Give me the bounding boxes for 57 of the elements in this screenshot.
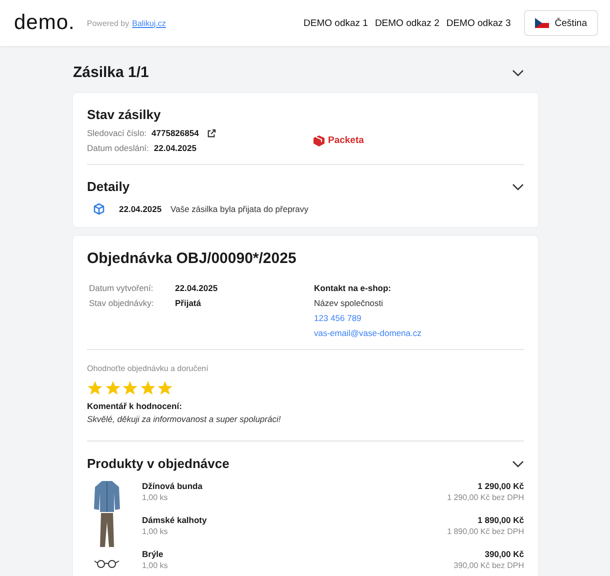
product-price-net: 1 290,00 Kč bez DPH (447, 493, 524, 502)
status-title: Stav zásilky (87, 107, 162, 122)
star-icon[interactable] (122, 380, 138, 396)
product-name: Džínová bunda (142, 481, 204, 491)
product-price-net: 390,00 Kč bez DPH (454, 561, 524, 570)
flag-icon (534, 18, 549, 28)
star-icon[interactable] (104, 380, 120, 396)
nav-link[interactable]: DEMO odkaz 3 (446, 18, 511, 28)
field-value: Přijatá (175, 298, 202, 308)
product-quantity: 1,00 ks (142, 561, 169, 570)
comment-text: Skvělé, děkuji za informovanost a super spolupráci! (87, 414, 282, 424)
language-button[interactable]: Čeština (524, 10, 598, 36)
product-name: Dámské kalhoty (142, 515, 208, 525)
field-label: Stav objednávky: (89, 298, 155, 308)
phone-link[interactable]: 123 456 789 (314, 313, 422, 323)
email-link[interactable]: vas-email@vase-domena.cz (314, 328, 422, 338)
star-icon[interactable] (157, 380, 173, 396)
product-price: 1 290,00 Kč (478, 481, 524, 491)
nav-link[interactable]: DEMO odkaz 2 (374, 18, 440, 28)
field-label: Sledovací číslo: (87, 128, 147, 138)
chevron-icon[interactable] (512, 68, 524, 76)
field-label: Datum vytvoření: (89, 283, 154, 293)
order-title: Objednávka OBJ/00090*/2025 (87, 250, 298, 267)
contact-title: Kontakt na e-shop: (314, 283, 392, 293)
company-name: Název společnosti (314, 298, 384, 308)
product-quantity: 1,00 ks (142, 527, 169, 536)
chevron-icon[interactable] (512, 460, 524, 468)
glasses-drawing (94, 559, 120, 569)
products-title: Produkty v objednávce (87, 456, 230, 471)
field-label: Datum odeslání: (87, 143, 149, 153)
powered-by-link[interactable]: Balikuj.cz (132, 18, 166, 28)
product-name: Brýle (142, 549, 164, 559)
field-value: 22.04.2025 (175, 283, 219, 293)
product-price: 1 890,00 Kč (478, 515, 524, 525)
field-value: 22.04.2025 (154, 143, 196, 153)
carrier-name: Packeta (328, 135, 364, 146)
external-link-icon[interactable] (206, 128, 216, 138)
logo: demo. (14, 11, 75, 35)
tracking-number: 4775826854 (152, 128, 199, 138)
details-title: Detaily (87, 179, 130, 194)
star-icon[interactable] (140, 380, 156, 396)
package-icon (93, 203, 105, 215)
comment-label: Komentář k hodnocení: (87, 401, 183, 411)
event-date: 22.04.2025 (119, 204, 162, 214)
product-price: 390,00 Kč (484, 549, 524, 559)
product-quantity: 1,00 ks (142, 493, 169, 502)
nav-link[interactable]: DEMO odkaz 1 (304, 18, 368, 28)
event-text: Vaše zásilka byla přijata do přepravy (170, 204, 308, 214)
trousers-drawing (99, 512, 115, 548)
rating-prompt: Ohodnoťte objednávku a doručení (87, 364, 210, 373)
box-icon (313, 134, 325, 146)
jacket-drawing (93, 479, 121, 513)
star-icon[interactable] (87, 380, 103, 396)
product-price-net: 1 890,00 Kč bez DPH (447, 527, 524, 536)
chevron-icon[interactable] (512, 182, 524, 190)
shipment-title: Zásilka 1/1 (73, 64, 149, 81)
powered-by-text: Powered by (86, 18, 130, 28)
